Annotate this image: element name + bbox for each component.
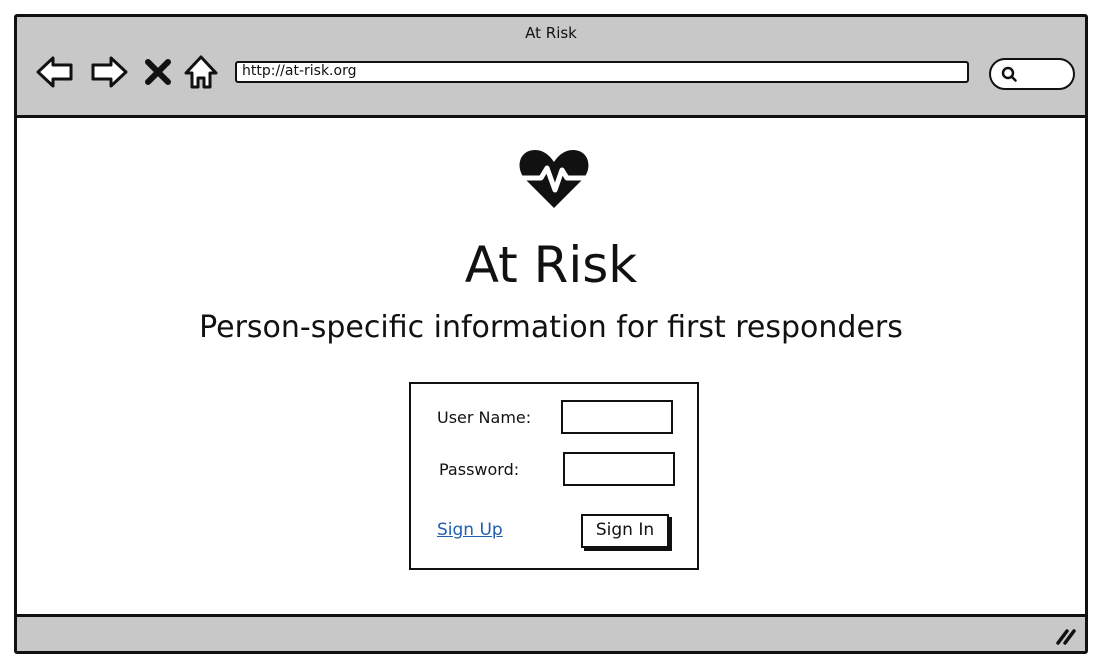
back-arrow-icon <box>36 56 73 88</box>
browser-chrome: At Risk http://at-risk.org <box>17 17 1085 118</box>
username-input[interactable] <box>561 400 673 434</box>
close-x-icon <box>145 59 171 85</box>
username-label: User Name: <box>437 408 532 427</box>
page-content: At Risk Person-specific information for … <box>17 118 1085 618</box>
stop-button[interactable] <box>143 53 173 91</box>
password-input[interactable] <box>563 452 675 486</box>
password-label: Password: <box>439 460 520 479</box>
heart-pulse-icon <box>517 150 591 208</box>
forward-button[interactable] <box>89 53 129 91</box>
search-input[interactable] <box>989 58 1075 90</box>
page-title: At Risk <box>464 236 638 294</box>
browser-window: At Risk http://at-risk.org At Risk Perso… <box>14 14 1088 654</box>
login-form: User Name: Password: Sign Up Sign In <box>409 382 699 570</box>
signup-link[interactable]: Sign Up <box>437 520 503 540</box>
status-bar <box>17 614 1085 651</box>
home-icon <box>184 55 218 89</box>
page-tagline: Person-specific information for first re… <box>199 310 903 345</box>
forward-arrow-icon <box>91 56 128 88</box>
back-button[interactable] <box>35 53 75 91</box>
search-icon <box>1001 66 1017 82</box>
url-input[interactable]: http://at-risk.org <box>235 61 969 83</box>
window-title: At Risk <box>525 24 577 42</box>
home-button[interactable] <box>183 53 219 91</box>
resize-grip-icon[interactable] <box>1055 627 1077 645</box>
signin-button[interactable]: Sign In <box>581 514 669 548</box>
